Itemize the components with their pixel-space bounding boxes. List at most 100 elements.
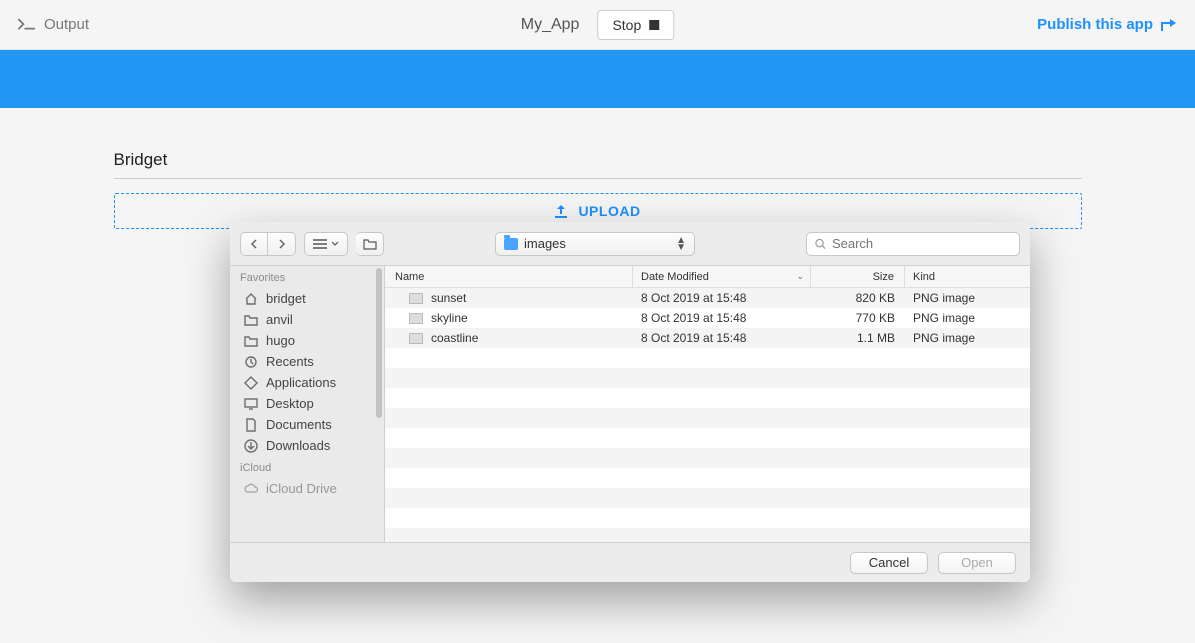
finder-toolbar: images ▲▼ <box>230 222 1030 266</box>
sidebar-item-label: iCloud Drive <box>266 481 337 496</box>
home-icon <box>244 292 258 306</box>
file-name: skyline <box>431 311 468 325</box>
scrollbar-thumb[interactable] <box>376 268 382 418</box>
sidebar-item-label: Applications <box>266 375 336 390</box>
list-view-icon <box>313 239 327 249</box>
app-header <box>0 50 1195 108</box>
upload-label: UPLOAD <box>578 203 640 219</box>
col-name-header[interactable]: Name <box>385 266 633 287</box>
view-mode-button[interactable] <box>304 232 348 256</box>
file-list: Name Date Modified ⌄ Size Kind sunset 8 O… <box>385 266 1030 542</box>
updown-icon: ▲▼ <box>676 237 686 251</box>
chevron-left-icon <box>250 239 258 249</box>
column-headers: Name Date Modified ⌄ Size Kind <box>385 266 1030 288</box>
chevron-down-icon <box>331 241 339 246</box>
file-rows: sunset 8 Oct 2019 at 15:48 820 KB PNG im… <box>385 288 1030 542</box>
file-size: 1.1 MB <box>811 331 905 345</box>
nav-forward-button[interactable] <box>268 232 296 256</box>
nav-segment <box>240 232 296 256</box>
sidebar-item-bridget[interactable]: bridget <box>230 288 384 309</box>
file-open-dialog: images ▲▼ Favorites bridget anvil hugo R… <box>230 222 1030 582</box>
publish-link[interactable]: Publish this app <box>1037 16 1177 33</box>
group-button[interactable] <box>356 232 384 256</box>
toolbar-center: My_App Stop <box>521 10 675 40</box>
sidebar-item-hugo[interactable]: hugo <box>230 330 384 351</box>
doc-icon <box>244 418 258 432</box>
page-body: Bridget UPLOAD <box>0 108 1195 229</box>
app-icon <box>244 376 258 390</box>
file-row[interactable]: coastline 8 Oct 2019 at 15:48 1.1 MB PNG… <box>385 328 1030 348</box>
finder-footer: Cancel Open <box>230 542 1030 582</box>
stop-button[interactable]: Stop <box>597 10 674 40</box>
sort-chevron-icon: ⌄ <box>796 271 804 282</box>
cancel-button[interactable]: Cancel <box>850 552 928 574</box>
stop-label: Stop <box>612 17 641 33</box>
sidebar-item-label: Recents <box>266 354 314 369</box>
current-folder: images <box>524 236 566 251</box>
output-link[interactable]: Output <box>18 16 89 33</box>
publish-label: Publish this app <box>1037 16 1153 33</box>
folder-icon <box>244 334 258 348</box>
upload-icon <box>554 204 568 218</box>
sidebar-item-label: hugo <box>266 333 295 348</box>
file-kind: PNG image <box>905 311 1030 325</box>
open-button[interactable]: Open <box>938 552 1016 574</box>
desktop-icon <box>244 397 258 411</box>
col-date-label: Date Modified <box>641 271 709 283</box>
file-thumb-icon <box>409 313 423 324</box>
file-thumb-icon <box>409 293 423 304</box>
file-row[interactable]: skyline 8 Oct 2019 at 15:48 770 KB PNG i… <box>385 308 1030 328</box>
sidebar-item-label: Downloads <box>266 438 330 453</box>
sidebar-item-label: bridget <box>266 291 306 306</box>
download-icon <box>244 439 258 453</box>
search-field[interactable] <box>806 232 1020 256</box>
file-name: sunset <box>431 291 466 305</box>
app-name: My_App <box>521 16 580 34</box>
file-date: 8 Oct 2019 at 15:48 <box>633 311 811 325</box>
col-kind-header[interactable]: Kind <box>905 266 1030 287</box>
sb-favorites-header: Favorites <box>230 266 384 288</box>
output-label: Output <box>44 16 89 33</box>
cloud-icon <box>244 482 258 496</box>
anvil-toolbar: Output My_App Stop Publish this app <box>0 0 1195 50</box>
stop-icon <box>649 20 659 30</box>
sidebar-item-anvil[interactable]: anvil <box>230 309 384 330</box>
sidebar-item-desktop[interactable]: Desktop <box>230 393 384 414</box>
chevron-right-icon <box>278 239 286 249</box>
file-row[interactable]: sunset 8 Oct 2019 at 15:48 820 KB PNG im… <box>385 288 1030 308</box>
path-popup[interactable]: images ▲▼ <box>495 232 695 256</box>
search-input[interactable] <box>832 236 1011 251</box>
sb-icloud-header: iCloud <box>230 456 384 478</box>
sidebar-item-recents[interactable]: Recents <box>230 351 384 372</box>
file-date: 8 Oct 2019 at 15:48 <box>633 291 811 305</box>
page-title: Bridget <box>114 150 1082 179</box>
file-size: 770 KB <box>811 311 905 325</box>
finder-sidebar[interactable]: Favorites bridget anvil hugo Recents App… <box>230 266 385 542</box>
finder-body: Favorites bridget anvil hugo Recents App… <box>230 266 1030 542</box>
group-segment <box>356 232 384 256</box>
folder-icon <box>363 238 377 250</box>
terminal-icon <box>18 18 36 32</box>
search-icon <box>815 238 826 250</box>
file-name: coastline <box>431 331 478 345</box>
sidebar-item-icloud-drive[interactable]: iCloud Drive <box>230 478 384 499</box>
sidebar-item-label: Desktop <box>266 396 314 411</box>
sidebar-scrollbar[interactable] <box>376 266 384 542</box>
file-thumb-icon <box>409 333 423 344</box>
file-date: 8 Oct 2019 at 15:48 <box>633 331 811 345</box>
sidebar-item-applications[interactable]: Applications <box>230 372 384 393</box>
sidebar-item-label: Documents <box>266 417 332 432</box>
col-size-header[interactable]: Size <box>811 266 905 287</box>
folder-icon <box>504 238 518 250</box>
col-date-header[interactable]: Date Modified ⌄ <box>633 266 811 287</box>
nav-back-button[interactable] <box>240 232 268 256</box>
share-icon <box>1161 18 1177 32</box>
sidebar-item-downloads[interactable]: Downloads <box>230 435 384 456</box>
sidebar-item-documents[interactable]: Documents <box>230 414 384 435</box>
file-kind: PNG image <box>905 331 1030 345</box>
file-size: 820 KB <box>811 291 905 305</box>
clock-icon <box>244 355 258 369</box>
folder-icon <box>244 313 258 327</box>
file-kind: PNG image <box>905 291 1030 305</box>
sidebar-item-label: anvil <box>266 312 293 327</box>
